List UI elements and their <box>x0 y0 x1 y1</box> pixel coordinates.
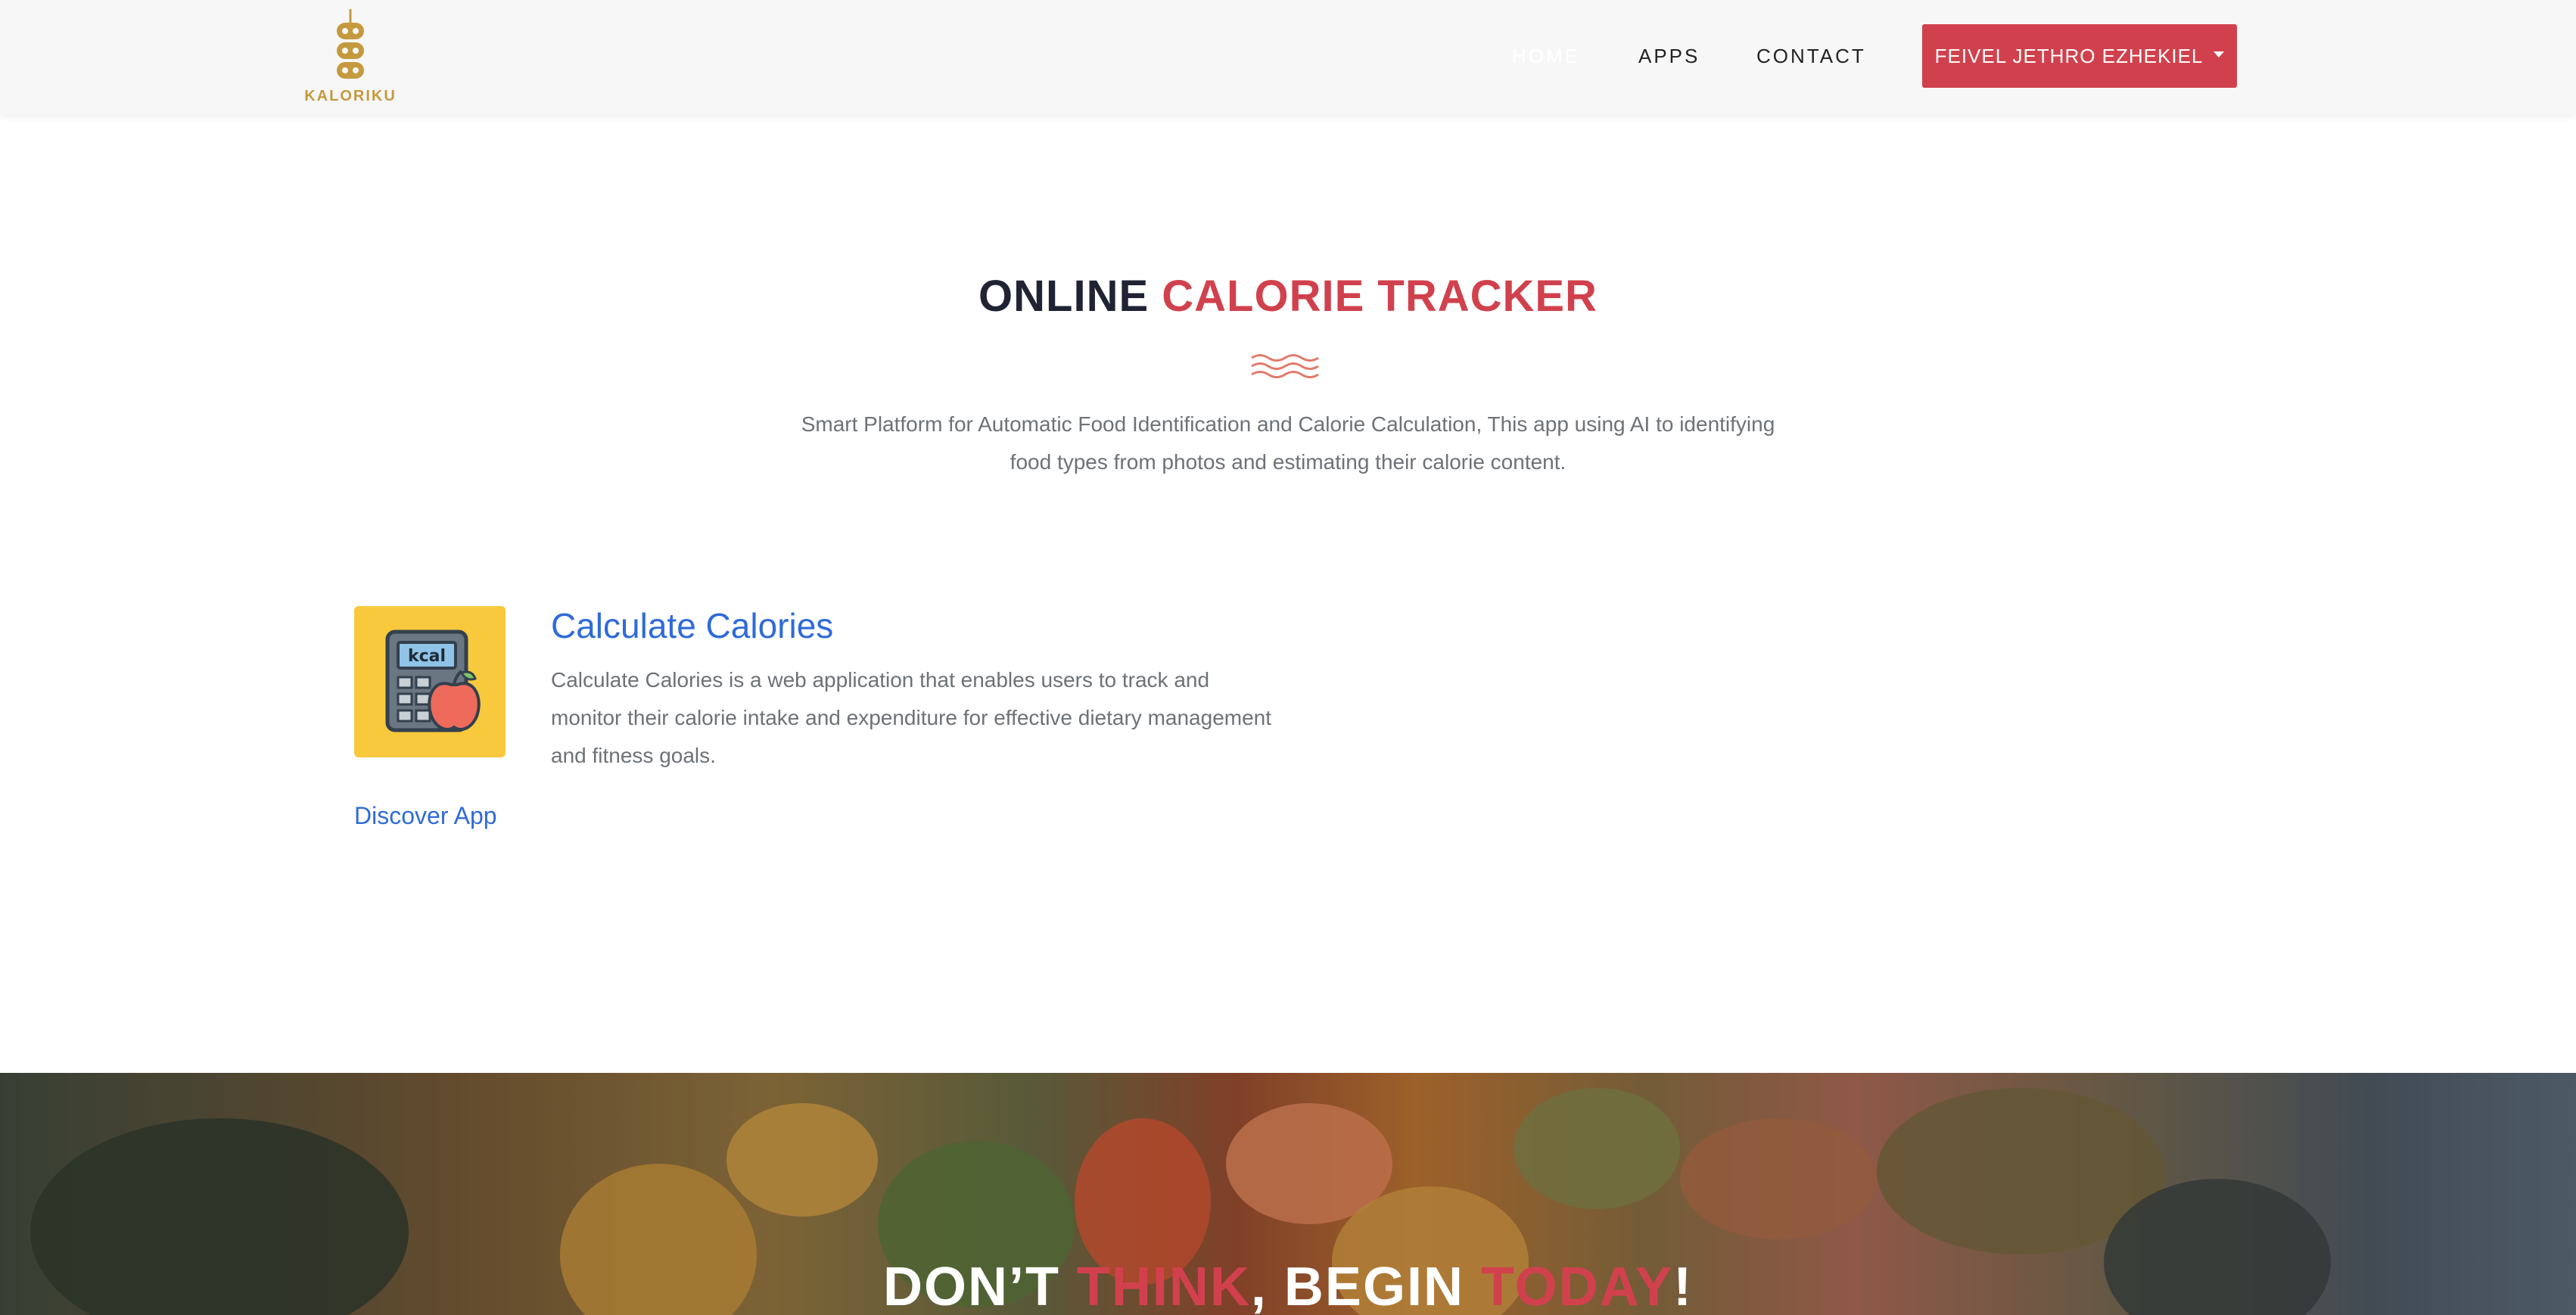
navbar: KALORIKU HOME APPS CONTACT FEIVEL JETHRO… <box>0 0 2576 115</box>
banner-part-exclaim: ! <box>1673 1257 1694 1315</box>
hero-description: Smart Platform for Automatic Food Identi… <box>801 412 1775 474</box>
food-banner: DON’T THINK, BEGIN TODAY! <box>0 1073 2576 1315</box>
brand-name: KALORIKU <box>304 88 397 104</box>
banner-headline: DON’T THINK, BEGIN TODAY! <box>0 1256 2576 1315</box>
discover-app-link[interactable]: Discover App <box>354 802 497 830</box>
title-part-online: ONLINE <box>978 272 1162 321</box>
nav-apps[interactable]: APPS <box>1638 41 1700 71</box>
brand-logo[interactable]: KALORIKU <box>301 9 400 106</box>
page-title: ONLINE CALORIE TRACKER <box>0 271 2576 322</box>
banner-part-dont: DON’T <box>882 1257 1077 1315</box>
user-name: FEIVEL JETHRO EZHEKIEL <box>1934 44 2204 67</box>
caret-down-icon <box>2214 51 2225 58</box>
banner-part-today: TODAY <box>1480 1257 1674 1315</box>
app-title[interactable]: Calculate Calories <box>551 605 833 646</box>
nav-contact[interactable]: CONTACT <box>1756 41 1866 71</box>
app-description: Calculate Calories is a web application … <box>551 668 1272 767</box>
calculator-apple-icon[interactable]: kcal <box>354 606 506 757</box>
title-part-tracker: CALORIE TRACKER <box>1162 272 1598 321</box>
kcal-label: kcal <box>408 647 446 666</box>
nav-home[interactable]: HOME <box>1512 41 1580 71</box>
banner-part-begin: , BEGIN <box>1250 1257 1481 1315</box>
wave-divider-icon <box>1251 354 1319 378</box>
user-menu-button[interactable]: FEIVEL JETHRO EZHEKIEL <box>1922 24 2237 88</box>
banner-part-think: THINK <box>1076 1257 1251 1315</box>
kaloriku-logo-icon <box>337 9 364 79</box>
